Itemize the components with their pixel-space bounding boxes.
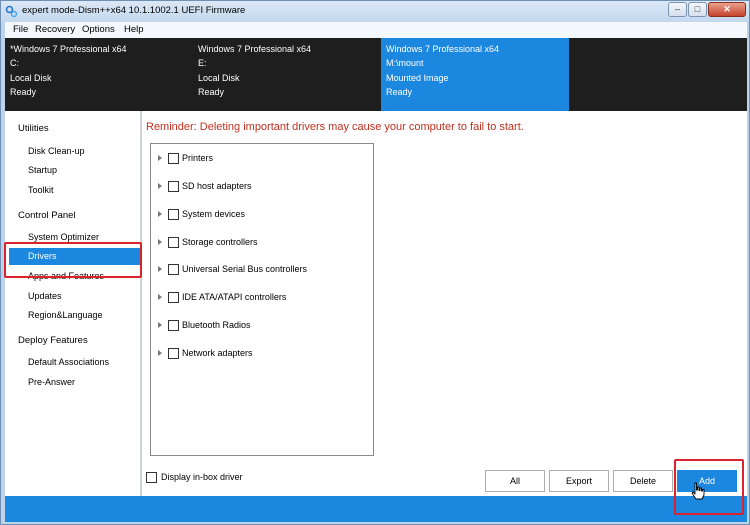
app-window: expert mode-Dism++x64 10.1.1002.1 UEFI F…	[0, 0, 750, 525]
sidebar-item-system-optimizer[interactable]: System Optimizer	[9, 229, 140, 246]
expand-arrow-icon[interactable]	[158, 350, 162, 356]
driver-tree: Printers SD host adapters System devices…	[150, 143, 374, 456]
delete-button[interactable]: Delete	[613, 470, 673, 492]
category-checkbox[interactable]	[168, 264, 179, 275]
window-title: expert mode-Dism++x64 10.1.1002.1 UEFI F…	[22, 5, 246, 16]
category-label: Printers	[182, 153, 214, 163]
category-label: Storage controllers	[182, 237, 258, 247]
image-type: Local Disk	[198, 72, 240, 83]
tree-row-printers[interactable]: Printers	[151, 152, 373, 166]
reminder-text: Reminder: Deleting important drivers may…	[146, 121, 524, 133]
maximize-button[interactable]: □	[688, 2, 707, 17]
tree-row-ide-controllers[interactable]: IDE ATA/ATAPI controllers	[151, 291, 373, 305]
category-checkbox[interactable]	[168, 348, 179, 359]
tree-row-system-devices[interactable]: System devices	[151, 208, 373, 222]
sidebar-item-updates[interactable]: Updates	[9, 288, 140, 305]
sidebar-item-region-language[interactable]: Region&Language	[9, 307, 140, 324]
hand-cursor-icon	[691, 482, 705, 500]
image-name: *Windows 7 Professional x64	[10, 44, 127, 54]
image-drive: E:	[198, 58, 207, 69]
sidebar-item-pre-answer[interactable]: Pre-Answer	[9, 374, 140, 391]
category-label: Universal Serial Bus controllers	[182, 264, 308, 274]
image-selector-bar: *Windows 7 Professional x64 C: Local Dis…	[5, 38, 747, 111]
expand-arrow-icon[interactable]	[158, 239, 162, 245]
category-checkbox[interactable]	[168, 292, 179, 303]
menu-help[interactable]: Help	[124, 24, 144, 35]
sidebar-item-apps-and-features[interactable]: Apps and Features	[9, 268, 140, 285]
display-inbox-label: Display in-box driver	[161, 472, 243, 482]
image-card-e[interactable]: Windows 7 Professional x64 E: Local Disk…	[193, 38, 381, 111]
tree-row-network-adapters[interactable]: Network adapters	[151, 347, 373, 361]
sidebar-item-default-associations[interactable]: Default Associations	[9, 354, 140, 371]
expand-arrow-icon[interactable]	[158, 211, 162, 217]
title-bar[interactable]: expert mode-Dism++x64 10.1.1002.1 UEFI F…	[1, 1, 749, 22]
menu-recovery[interactable]: Recovery	[35, 24, 75, 35]
image-card-mount[interactable]: Windows 7 Professional x64 M:\mount Moun…	[381, 38, 569, 111]
tree-row-bluetooth-radios[interactable]: Bluetooth Radios	[151, 319, 373, 333]
expand-arrow-icon[interactable]	[158, 183, 162, 189]
drivers-panel: Reminder: Deleting important drivers may…	[142, 111, 747, 496]
category-label: Bluetooth Radios	[182, 320, 251, 330]
sidebar-item-toolkit[interactable]: Toolkit	[9, 182, 140, 199]
display-inbox-checkbox[interactable]	[146, 472, 157, 483]
image-status: Ready	[198, 86, 225, 97]
image-type: Mounted Image	[386, 72, 449, 83]
image-status: Ready	[386, 86, 413, 97]
image-name: Windows 7 Professional x64	[198, 44, 312, 54]
sidebar-item-startup[interactable]: Startup	[9, 162, 140, 179]
image-drive: M:\mount	[386, 58, 424, 69]
category-checkbox[interactable]	[168, 209, 179, 220]
minimize-button[interactable]: –	[668, 2, 687, 17]
sidebar-item-disk-cleanup[interactable]: Disk Clean-up	[9, 143, 140, 160]
category-label: Network adapters	[182, 348, 253, 358]
expand-arrow-icon[interactable]	[158, 266, 162, 272]
menu-options[interactable]: Options	[82, 24, 115, 35]
image-name: Windows 7 Professional x64	[386, 44, 500, 54]
expand-arrow-icon[interactable]	[158, 294, 162, 300]
sidebar-item-drivers[interactable]: Drivers	[9, 248, 140, 265]
image-type: Local Disk	[10, 72, 52, 83]
sidebar-heading-deploy: Deploy Features	[18, 335, 88, 346]
category-label: System devices	[182, 209, 246, 219]
tree-row-usb-controllers[interactable]: Universal Serial Bus controllers	[151, 263, 373, 277]
add-button[interactable]: Add	[677, 470, 737, 492]
image-drive: C:	[10, 58, 19, 69]
category-checkbox[interactable]	[168, 320, 179, 331]
expand-arrow-icon[interactable]	[158, 155, 162, 161]
category-checkbox[interactable]	[168, 237, 179, 248]
menu-file[interactable]: File	[13, 24, 28, 35]
all-button[interactable]: All	[485, 470, 545, 492]
app-gear-icon	[5, 5, 18, 18]
image-card-c[interactable]: *Windows 7 Professional x64 C: Local Dis…	[5, 38, 193, 111]
status-bar	[5, 496, 747, 522]
sidebar: Utilities Disk Clean-up Startup Toolkit …	[5, 111, 141, 496]
menu-bar: File Recovery Options Help	[5, 22, 747, 38]
image-status: Ready	[10, 86, 37, 97]
export-button[interactable]: Export	[549, 470, 609, 492]
sidebar-heading-control-panel: Control Panel	[18, 210, 76, 221]
tree-row-storage-controllers[interactable]: Storage controllers	[151, 236, 373, 250]
category-checkbox[interactable]	[168, 153, 179, 164]
category-label: SD host adapters	[182, 181, 252, 191]
sidebar-heading-utilities: Utilities	[18, 123, 49, 134]
category-label: IDE ATA/ATAPI controllers	[182, 292, 287, 302]
tree-row-sd-host-adapters[interactable]: SD host adapters	[151, 180, 373, 194]
close-button[interactable]: ✕	[708, 2, 746, 17]
expand-arrow-icon[interactable]	[158, 322, 162, 328]
category-checkbox[interactable]	[168, 181, 179, 192]
